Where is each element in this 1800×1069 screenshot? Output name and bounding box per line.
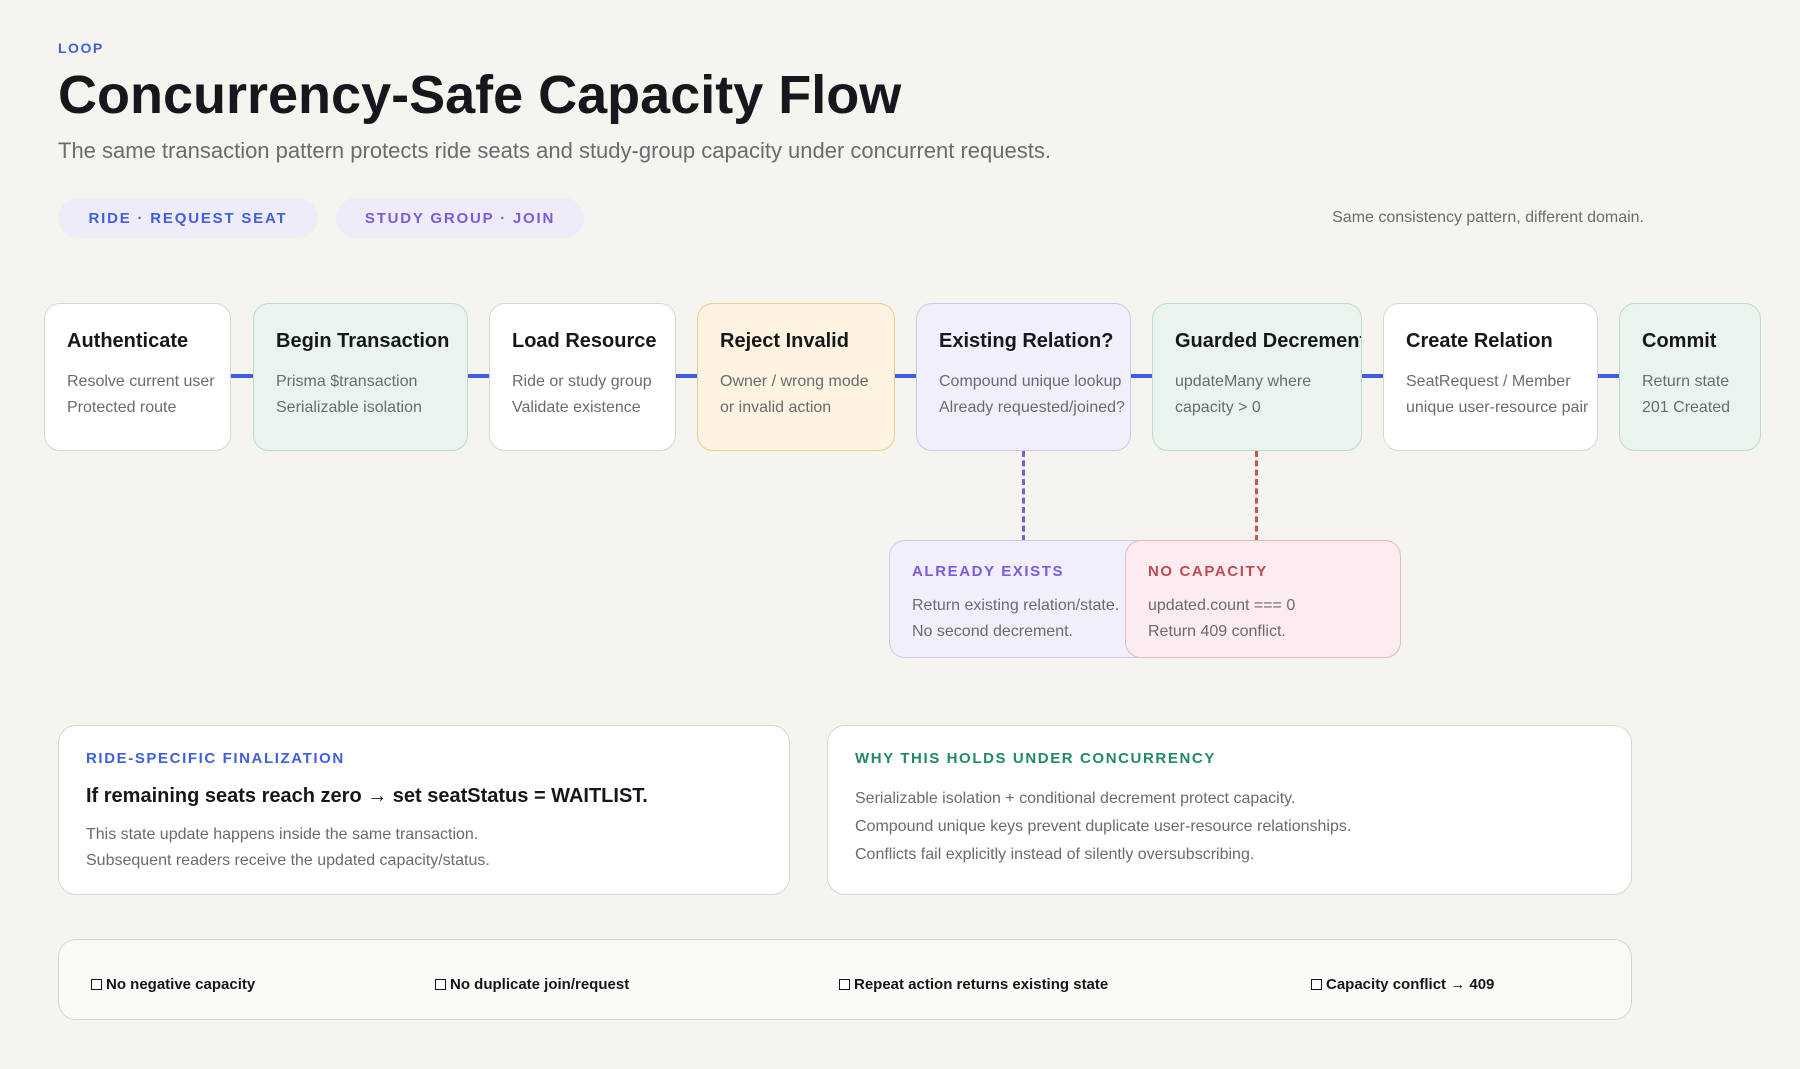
step-commit: Commit Return state 201 Created bbox=[1619, 303, 1761, 451]
page-title: Concurrency-Safe Capacity Flow bbox=[58, 65, 902, 125]
page-subtitle: The same transaction pattern protects ri… bbox=[58, 138, 1051, 163]
step-detail: Owner / wrong mode bbox=[720, 373, 869, 390]
branch-detail: No second decrement. bbox=[912, 623, 1073, 640]
branch-already-exists: ALREADY EXISTS Return existing relation/… bbox=[889, 540, 1165, 658]
panel-detail: Subsequent readers receive the updated c… bbox=[86, 852, 490, 869]
step-title: Commit bbox=[1642, 330, 1717, 352]
step-existing-relation: Existing Relation? Compound unique looku… bbox=[916, 303, 1131, 451]
branch-tag: NO CAPACITY bbox=[1148, 563, 1268, 580]
step-title: Load Resource bbox=[512, 330, 657, 352]
connector-7 bbox=[1596, 374, 1621, 378]
ride-finalization-panel: RIDE-SPECIFIC FINALIZATION If remaining … bbox=[58, 725, 790, 895]
guarantee-label: No duplicate join/request bbox=[450, 976, 630, 993]
panel-detail: Conflicts fail explicitly instead of sil… bbox=[855, 846, 1255, 863]
step-detail: Protected route bbox=[67, 399, 177, 416]
connector-6 bbox=[1360, 374, 1385, 378]
checkbox-icon bbox=[91, 979, 102, 990]
step-detail: Ride or study group bbox=[512, 373, 652, 390]
branch-no-capacity: NO CAPACITY updated.count === 0 Return 4… bbox=[1125, 540, 1401, 658]
step-create-relation: Create Relation SeatRequest / Member uni… bbox=[1383, 303, 1598, 451]
connector-1 bbox=[229, 374, 255, 378]
step-authenticate: Authenticate Resolve current user Protec… bbox=[44, 303, 231, 451]
branch-detail: Return existing relation/state. bbox=[912, 597, 1120, 614]
step-detail: unique user-resource pair bbox=[1406, 399, 1589, 416]
panel-detail: Serializable isolation + conditional dec… bbox=[855, 790, 1296, 807]
step-begin-transaction: Begin Transaction Prisma $transaction Se… bbox=[253, 303, 468, 451]
step-guarded-decrement: Guarded Decrement updateMany where capac… bbox=[1152, 303, 1362, 451]
pattern-note: Same consistency pattern, different doma… bbox=[1332, 209, 1644, 226]
guarantee-label: No negative capacity bbox=[106, 976, 256, 993]
eyebrow-label: LOOP bbox=[58, 40, 104, 56]
step-title: Existing Relation? bbox=[939, 330, 1114, 352]
branch-connector-exists bbox=[1022, 451, 1025, 541]
guarantee-label: Capacity conflict → 409 bbox=[1326, 976, 1495, 993]
step-title: Guarded Decrement bbox=[1175, 330, 1362, 352]
panel-detail: This state update happens inside the sam… bbox=[86, 826, 479, 843]
guarantees-bar: No negative capacity No duplicate join/r… bbox=[58, 939, 1632, 1020]
step-detail: updateMany where bbox=[1175, 373, 1312, 390]
step-detail: SeatRequest / Member bbox=[1406, 373, 1571, 390]
step-detail: Already requested/joined? bbox=[939, 399, 1125, 416]
guarantee-item: Capacity conflict → 409 bbox=[1311, 976, 1494, 993]
connector-3 bbox=[674, 374, 699, 378]
step-detail: capacity > 0 bbox=[1175, 399, 1261, 416]
panel-detail: Compound unique keys prevent duplicate u… bbox=[855, 818, 1352, 835]
guarantee-item: No duplicate join/request bbox=[435, 976, 629, 993]
step-detail: or invalid action bbox=[720, 399, 832, 416]
pill-ride-request-seat[interactable]: RIDE · REQUEST SEAT bbox=[58, 198, 318, 238]
guarantee-label: Repeat action returns existing state bbox=[854, 976, 1109, 993]
step-load-resource: Load Resource Ride or study group Valida… bbox=[489, 303, 676, 451]
branch-tag: ALREADY EXISTS bbox=[912, 563, 1065, 580]
pill-study-group-join[interactable]: STUDY GROUP · JOIN bbox=[336, 198, 584, 238]
checkbox-icon bbox=[435, 979, 446, 990]
step-detail: Serializable isolation bbox=[276, 399, 422, 416]
step-detail: Prisma $transaction bbox=[276, 373, 418, 390]
step-title: Authenticate bbox=[67, 330, 189, 352]
step-reject-invalid: Reject Invalid Owner / wrong mode or inv… bbox=[697, 303, 895, 451]
branch-detail: updated.count === 0 bbox=[1148, 597, 1296, 614]
step-title: Begin Transaction bbox=[276, 330, 450, 352]
branch-connector-nocap bbox=[1255, 451, 1258, 541]
step-detail: Compound unique lookup bbox=[939, 373, 1122, 390]
branch-detail: Return 409 conflict. bbox=[1148, 623, 1286, 640]
step-detail: 201 Created bbox=[1642, 399, 1731, 416]
concurrency-rationale-panel: WHY THIS HOLDS UNDER CONCURRENCY Seriali… bbox=[827, 725, 1632, 895]
step-detail: Resolve current user bbox=[67, 373, 215, 390]
checkbox-icon bbox=[839, 979, 850, 990]
panel-rule: If remaining seats reach zero → set seat… bbox=[86, 785, 648, 807]
panel-tag: WHY THIS HOLDS UNDER CONCURRENCY bbox=[855, 750, 1216, 767]
step-detail: Validate existence bbox=[512, 399, 641, 416]
step-detail: Return state bbox=[1642, 373, 1730, 390]
connector-5 bbox=[1129, 374, 1154, 378]
step-title: Reject Invalid bbox=[720, 330, 849, 352]
checkbox-icon bbox=[1311, 979, 1322, 990]
guarantee-item: Repeat action returns existing state bbox=[839, 976, 1108, 993]
guarantee-item: No negative capacity bbox=[91, 976, 255, 993]
step-title: Create Relation bbox=[1406, 330, 1553, 352]
panel-tag: RIDE-SPECIFIC FINALIZATION bbox=[86, 750, 345, 767]
